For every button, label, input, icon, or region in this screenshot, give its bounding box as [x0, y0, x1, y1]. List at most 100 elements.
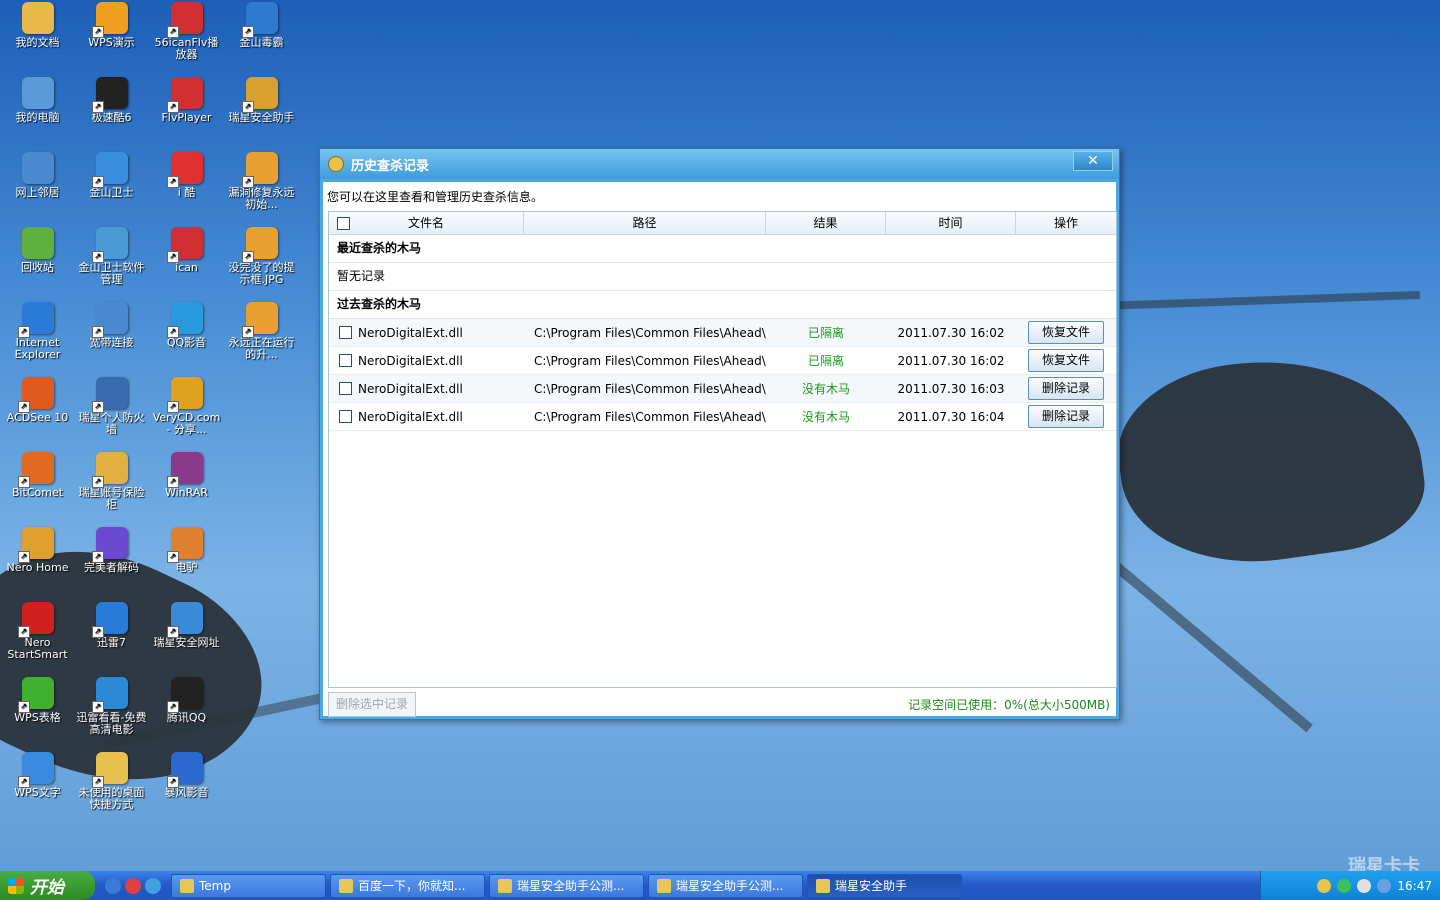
row-checkbox[interactable] [339, 410, 352, 423]
app-icon [241, 227, 278, 263]
desktop-icon[interactable]: 我的文档 [0, 0, 75, 75]
table-row[interactable]: NeroDigitalExt.dll C:\Program Files\Commo… [329, 347, 1116, 375]
desktop-icon[interactable]: 迅雷看看-免费高清电影 [74, 675, 149, 750]
desktop-icon[interactable]: BitComet [0, 450, 75, 525]
desktop-icon[interactable]: Nero StartSmart [0, 600, 75, 675]
header-op: 操作 [1053, 216, 1078, 230]
desktop-icon[interactable]: ican [149, 225, 224, 300]
desktop-icon[interactable]: QQ影音 [149, 300, 224, 375]
row-checkbox[interactable] [339, 326, 352, 339]
row-action-button[interactable]: 恢复文件 [1028, 349, 1104, 372]
system-tray: 16:47 [1260, 871, 1440, 900]
start-button[interactable]: 开始 [0, 871, 95, 900]
desktop-icon-label: 瑞星个人防火墙 [78, 411, 145, 436]
desktop-icon[interactable]: 暴风影音 [149, 750, 224, 825]
task-label: 瑞星安全助手公测... [517, 879, 625, 893]
row-action-button[interactable]: 删除记录 [1028, 405, 1104, 428]
row-file-name: NeroDigitalExt.dll [358, 353, 463, 368]
app-icon [91, 677, 128, 713]
delete-selected-button[interactable]: 删除选中记录 [328, 692, 416, 717]
app-icon [166, 302, 203, 338]
table-row[interactable]: NeroDigitalExt.dll C:\Program Files\Commo… [329, 403, 1116, 431]
select-all-checkbox[interactable] [337, 217, 350, 230]
desktop-icon[interactable]: ACDSee 10 [0, 375, 75, 450]
taskbar-button[interactable]: 百度一下，你就知... [330, 873, 485, 898]
app-icon [17, 752, 54, 788]
tray-icon[interactable] [1337, 878, 1352, 893]
taskbar-button[interactable]: 瑞星安全助手 [807, 873, 962, 898]
app-icon [21, 2, 54, 34]
row-path: C:\Program Files\Common Files\Ahead\... [534, 325, 766, 340]
app-icon [17, 527, 54, 563]
tray-icon[interactable] [1317, 878, 1332, 893]
desktop-icon[interactable]: 未使用的桌面快捷方式 [74, 750, 149, 825]
taskbar-button[interactable]: 瑞星安全助手公测... [648, 873, 803, 898]
desktop-icon[interactable]: FlvPlayer [149, 75, 224, 150]
desktop-icon[interactable]: 腾讯QQ [149, 675, 224, 750]
quick-launch [105, 877, 161, 894]
rising-logo-icon [328, 156, 344, 172]
desktop-icon[interactable]: i 酷 [149, 150, 224, 225]
desktop-icon[interactable]: Nero Home [0, 525, 75, 600]
row-checkbox[interactable] [339, 354, 352, 367]
app-icon [241, 302, 278, 338]
desktop-icon[interactable]: 金山毒霸 [224, 0, 299, 75]
desktop-icon[interactable]: 极速酷6 [74, 75, 149, 150]
desktop-icon[interactable]: WinRAR [149, 450, 224, 525]
desktop-icon-label: ACDSee 10 [6, 411, 69, 424]
desktop-icon[interactable]: 瑞星安全助手 [224, 75, 299, 150]
desktop-icon[interactable]: 瑞星账号保险柜 [74, 450, 149, 525]
desktop-icon-label: 金山毒霸 [239, 36, 284, 49]
desktop-icon-label: 迅雷看看-免费高清电影 [76, 711, 147, 736]
taskbar-button[interactable]: 瑞星安全助手公测... [489, 873, 644, 898]
desktop-icon[interactable]: 金山卫士软件管理 [74, 225, 149, 300]
desktop-icon-label: Nero StartSmart [7, 636, 68, 661]
task-label: 瑞星安全助手 [835, 879, 908, 893]
recent-empty-text: 暂无记录 [329, 263, 1116, 291]
desktop-icon[interactable]: WPS演示 [74, 0, 149, 75]
table-row[interactable]: NeroDigitalExt.dll C:\Program Files\Commo… [329, 319, 1116, 347]
quick-launch-icon[interactable] [145, 877, 161, 894]
desktop-icon[interactable]: 56icanFlv播放器 [149, 0, 224, 75]
app-icon [17, 377, 54, 413]
row-checkbox[interactable] [339, 382, 352, 395]
row-action-button[interactable]: 删除记录 [1028, 377, 1104, 400]
taskbar-button[interactable]: Temp [171, 873, 326, 898]
desktop-icon[interactable]: 永远正在运行的升... [224, 300, 299, 375]
table-row[interactable]: NeroDigitalExt.dll C:\Program Files\Commo… [329, 375, 1116, 403]
desktop-icon[interactable]: 漏洞修复永远初始... [224, 150, 299, 225]
row-action-button[interactable]: 恢复文件 [1028, 321, 1104, 344]
storage-usage: 记录空间已使用：0%(总大小500MB) [908, 698, 1110, 712]
quick-launch-icon[interactable] [125, 877, 141, 894]
desktop-icon[interactable]: 宽带连接 [74, 300, 149, 375]
desktop-icon[interactable]: 瑞星个人防火墙 [74, 375, 149, 450]
app-icon [91, 602, 128, 638]
desktop-icon[interactable]: 完美者解码 [74, 525, 149, 600]
tray-icon[interactable] [1377, 878, 1392, 893]
desktop-icon[interactable]: 电驴 [149, 525, 224, 600]
desktop-icon[interactable]: 没完没了的提示框.JPG [224, 225, 299, 300]
desktop-icon[interactable]: 网上邻居 [0, 150, 75, 225]
desktop-icon[interactable]: 我的电脑 [0, 75, 75, 150]
desktop-icon[interactable]: 迅雷7 [74, 600, 149, 675]
desktop-icon[interactable]: WPS文字 [0, 750, 75, 825]
table-header: 文件名 路径 结果 时间 操作 [329, 212, 1116, 235]
tray-icon[interactable] [1357, 878, 1372, 893]
close-button[interactable]: ✕ [1073, 151, 1113, 171]
desktop-icon[interactable]: 回收站 [0, 225, 75, 300]
app-icon [21, 152, 54, 184]
desktop-icon[interactable]: 瑞星安全网址 [149, 600, 224, 675]
row-result: 已隔离 [807, 326, 844, 340]
desktop-icon[interactable]: Internet Explorer [0, 300, 75, 375]
dialog-titlebar[interactable]: 历史查杀记录 ✕ [320, 149, 1119, 179]
desktop-icon[interactable]: 金山卫士 [74, 150, 149, 225]
app-icon [21, 227, 54, 259]
app-icon [21, 77, 54, 109]
clock[interactable]: 16:47 [1397, 879, 1432, 893]
desktop-icon-label: 宽带连接 [89, 336, 134, 349]
desktop-icon[interactable]: VeryCD.com - 分享... [149, 375, 224, 450]
app-icon [17, 302, 54, 338]
desktop-icon-label: 腾讯QQ [166, 711, 207, 724]
quick-launch-icon[interactable] [105, 877, 121, 894]
desktop-icon[interactable]: WPS表格 [0, 675, 75, 750]
